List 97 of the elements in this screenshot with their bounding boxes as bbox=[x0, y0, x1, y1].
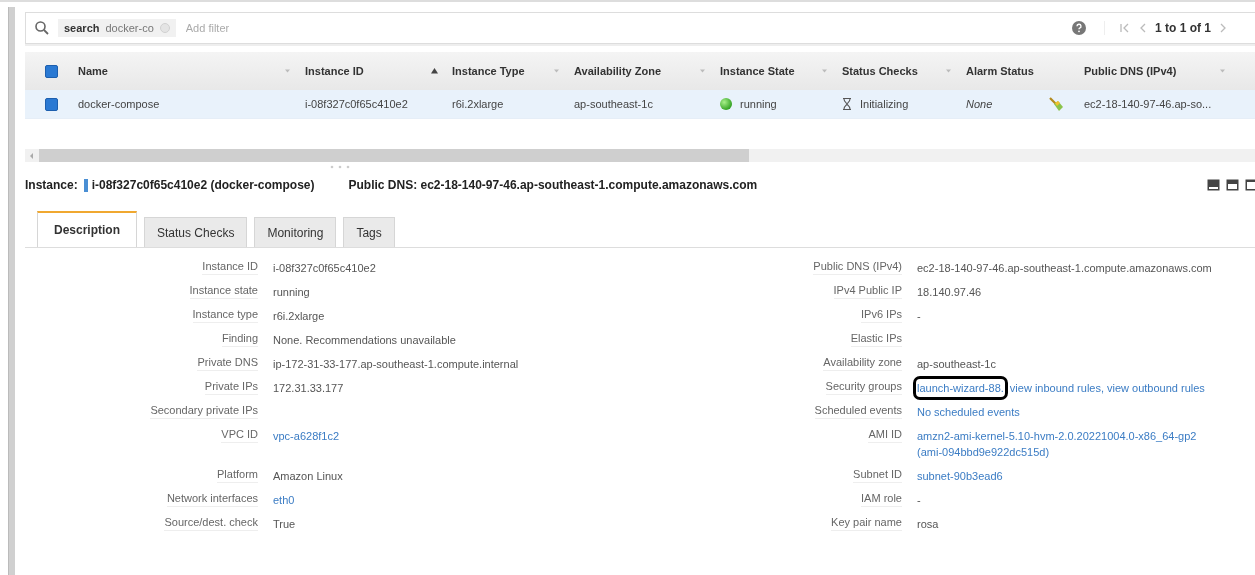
tab[interactable]: Description bbox=[37, 211, 137, 247]
filter-key: search bbox=[64, 22, 100, 34]
column-header[interactable]: Alarm Status bbox=[966, 65, 1034, 77]
field-value: ec2-18-140-97-46.ap-southeast-1.compute.amazonaws.com bbox=[917, 262, 1212, 274]
field-value: None. Recommendations unavailable bbox=[273, 334, 456, 346]
field-label: Instance state bbox=[189, 284, 258, 299]
field-label: Key pair name bbox=[831, 516, 902, 531]
remove-icon[interactable] bbox=[159, 23, 170, 33]
horizontal-scrollbar[interactable] bbox=[25, 149, 1255, 162]
scroll-left-icon[interactable] bbox=[29, 151, 35, 160]
table-cell: i-08f327c0f65c410e2 bbox=[305, 98, 408, 110]
field-label: IAM role bbox=[861, 492, 902, 507]
field-value: running bbox=[273, 286, 310, 298]
field-label: Source/dest. check bbox=[164, 516, 258, 531]
field-label: Elastic IPs bbox=[850, 332, 902, 347]
search-field[interactable]: search docker-co Add filter 1 to 1 of 1 bbox=[25, 12, 1255, 44]
field-label: Subnet ID bbox=[853, 468, 902, 483]
status-dot-icon bbox=[720, 98, 732, 110]
link[interactable]: vpc-a628f1c2 bbox=[273, 428, 340, 444]
scrollbar-thumb[interactable] bbox=[39, 149, 749, 162]
field-value: Amazon Linux bbox=[273, 470, 343, 482]
field-label: Secondary private IPs bbox=[150, 404, 258, 419]
field-label: Finding bbox=[221, 332, 258, 347]
field-label: Instance type bbox=[192, 308, 258, 323]
column-header[interactable]: Availability Zone bbox=[574, 65, 661, 77]
page-range: 1 to 1 of 1 bbox=[1155, 21, 1211, 35]
field-label: Availability zone bbox=[823, 356, 902, 371]
link[interactable]: view outbound rules bbox=[1107, 380, 1205, 396]
column-header[interactable]: Name bbox=[78, 65, 108, 77]
table-cell: r6i.2xlarge bbox=[452, 98, 504, 110]
field-label: Network interfaces bbox=[166, 492, 258, 507]
vertical-scrollbar[interactable] bbox=[8, 7, 15, 575]
field-value: True bbox=[273, 518, 296, 530]
link[interactable]: subnet-90b3ead6 bbox=[917, 468, 1003, 484]
field-value: 18.140.97.46 bbox=[917, 286, 982, 298]
link[interactable]: view inbound rules, bbox=[1009, 380, 1104, 396]
field-value: - bbox=[917, 310, 921, 322]
table-cell: ap-southeast-1c bbox=[574, 98, 653, 110]
field-label: VPC ID bbox=[221, 428, 258, 443]
help-icon[interactable] bbox=[1072, 21, 1086, 35]
select-all-checkbox[interactable] bbox=[45, 64, 58, 78]
field-value: r6i.2xlarge bbox=[273, 310, 325, 322]
field-label: Private IPs bbox=[204, 380, 258, 395]
link[interactable]: No scheduled events bbox=[917, 404, 1020, 420]
instance-title: i-08f327c0f65c410e2 (docker-compose) bbox=[91, 178, 315, 192]
field-value: - bbox=[917, 494, 921, 506]
field-label: Security groups bbox=[825, 380, 902, 395]
filter-token[interactable]: search docker-co bbox=[58, 19, 176, 37]
sort-icon[interactable] bbox=[284, 69, 291, 73]
field-label: Public DNS (IPv4) bbox=[813, 260, 902, 275]
broom-icon[interactable] bbox=[1048, 96, 1064, 112]
selection-marker bbox=[83, 178, 88, 192]
field-label: Platform bbox=[217, 468, 258, 483]
layout-icon[interactable] bbox=[1226, 179, 1239, 191]
field-label: IPv4 Public IP bbox=[833, 284, 902, 299]
table-cell: ec2-18-140-97-46.ap-so... bbox=[1084, 98, 1212, 110]
field-label: IPv6 IPs bbox=[861, 308, 902, 323]
sort-icon[interactable] bbox=[945, 69, 952, 73]
search-icon[interactable] bbox=[34, 20, 50, 36]
tab[interactable]: Monitoring bbox=[254, 217, 337, 247]
layout-icon[interactable] bbox=[1245, 179, 1255, 191]
link[interactable]: (ami-094bbd9e922dc515d) bbox=[917, 444, 1050, 460]
column-header[interactable]: Instance Type bbox=[452, 65, 525, 77]
field-value: i-08f327c0f65c410e2 bbox=[273, 262, 376, 274]
column-header[interactable]: Public DNS (IPv4) bbox=[1084, 65, 1177, 77]
field-label: AMI ID bbox=[868, 428, 902, 443]
column-header[interactable]: Instance ID bbox=[305, 65, 364, 77]
table-cell: docker-compose bbox=[78, 98, 160, 110]
link[interactable]: amzn2-ami-kernel-5.10-hvm-2.0.20221004.0-x86_64-gp2 bbox=[917, 428, 1197, 444]
sort-icon[interactable] bbox=[1219, 69, 1226, 73]
table-cell: None bbox=[966, 98, 993, 110]
tab[interactable]: Tags bbox=[343, 217, 395, 247]
public-dns-title: Public DNS: ec2-18-140-97-46.ap-southeast-1.compute.amazonaws.com bbox=[348, 178, 758, 192]
first-page-icon[interactable] bbox=[1119, 22, 1131, 34]
field-value: rosa bbox=[917, 518, 939, 530]
hourglass-icon bbox=[842, 98, 852, 110]
instance-label: Instance: bbox=[25, 178, 78, 192]
field-label: Scheduled events bbox=[814, 404, 902, 419]
column-header[interactable]: Instance State bbox=[720, 65, 795, 77]
field-label: Instance ID bbox=[202, 260, 258, 275]
sort-icon[interactable] bbox=[553, 69, 560, 73]
field-value: 172.31.33.177 bbox=[273, 382, 344, 394]
table-cell: running bbox=[740, 98, 777, 110]
sort-icon[interactable] bbox=[699, 69, 706, 73]
table-row[interactable]: docker-compose i-08f327c0f65c410e2 r6i.2xlarge ap-southeast-1c running Initializing None ec2-18-140-97-46.ap-so... bbox=[25, 90, 1255, 119]
table-cell: Initializing bbox=[860, 98, 909, 110]
tab[interactable]: Status Checks bbox=[144, 217, 248, 247]
field-value: ip-172-31-33-177.ap-southeast-1.compute.internal bbox=[273, 358, 519, 370]
column-header[interactable]: Status Checks bbox=[842, 65, 918, 77]
sort-icon[interactable] bbox=[821, 69, 828, 73]
layout-icon[interactable] bbox=[1207, 179, 1220, 191]
field-label: Private DNS bbox=[197, 356, 258, 371]
row-checkbox[interactable] bbox=[45, 97, 58, 111]
field-value: ap-southeast-1c bbox=[917, 358, 996, 370]
filter-value: docker-co bbox=[105, 22, 154, 34]
link[interactable]: eth0 bbox=[273, 492, 295, 508]
sort-ascending-icon[interactable] bbox=[431, 68, 438, 74]
